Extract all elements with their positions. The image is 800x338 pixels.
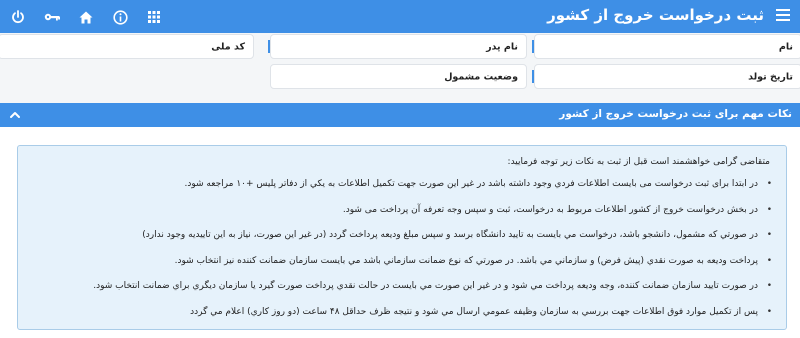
apps-grid-icon[interactable] [144, 7, 164, 27]
power-icon[interactable] [8, 7, 28, 27]
home-icon[interactable] [76, 7, 96, 27]
name-field[interactable]: نام [532, 34, 800, 59]
list-item: در ابتدا برای ثبت درخواست می بایست اطلاع… [32, 179, 773, 205]
header-toolbar [8, 7, 178, 27]
notes-panel-body: متقاضی گرامی خواهشمند است قبل از ثبت به … [0, 127, 800, 338]
menu-icon[interactable] [776, 9, 790, 23]
notes-panel-header[interactable]: نکات مهم برای ثبت درخواست خروج از کشور [0, 103, 800, 127]
field-accent-bar [532, 70, 534, 83]
list-item: پس از تکمیل موارد فوق اطلاعات جهت بررسي … [32, 307, 772, 333]
list-item: در صورت تایید سازمان ضمانت کننده، وجه ود… [32, 281, 772, 307]
field-accent-bar [532, 40, 534, 53]
conscription-status-field[interactable]: وضعیت مشمول [270, 64, 527, 89]
list-item: در بخش درخواست خروج از کشور اطلاعات مربو… [32, 205, 772, 231]
national-code-label: کد ملی [211, 41, 245, 52]
field-accent-bar [268, 40, 270, 53]
birth-date-label: تاریخ تولد [748, 71, 793, 82]
notes-list: در ابتدا برای ثبت درخواست می بایست اطلاع… [32, 179, 772, 332]
father-name-label: نام پدر [486, 41, 518, 52]
conscription-status-label: وضعیت مشمول [444, 71, 518, 82]
list-item: پرداخت وديعه به صورت نقدي (پيش فرض) و سا… [32, 256, 772, 282]
chevron-up-icon[interactable] [8, 108, 22, 122]
national-code-field[interactable]: کد ملی [0, 34, 254, 59]
page-title: ثبت درخواست خروج از کشور [547, 6, 764, 24]
birth-date-field[interactable]: تاریخ تولد [532, 64, 800, 89]
list-item: در صورتي که مشمول، دانشجو باشد، درخواست … [32, 230, 772, 256]
app-header: ثبت درخواست خروج از کشور [0, 0, 800, 33]
father-name-field[interactable]: نام پدر [268, 34, 527, 59]
info-icon[interactable] [110, 7, 130, 27]
notes-intro: متقاضی گرامی خواهشمند است قبل از ثبت به … [507, 157, 770, 167]
key-icon[interactable] [42, 7, 62, 27]
name-label: نام [778, 41, 793, 52]
notes-panel-title: نکات مهم برای ثبت درخواست خروج از کشور [559, 108, 792, 120]
notes-box: متقاضی گرامی خواهشمند است قبل از ثبت به … [17, 145, 787, 330]
